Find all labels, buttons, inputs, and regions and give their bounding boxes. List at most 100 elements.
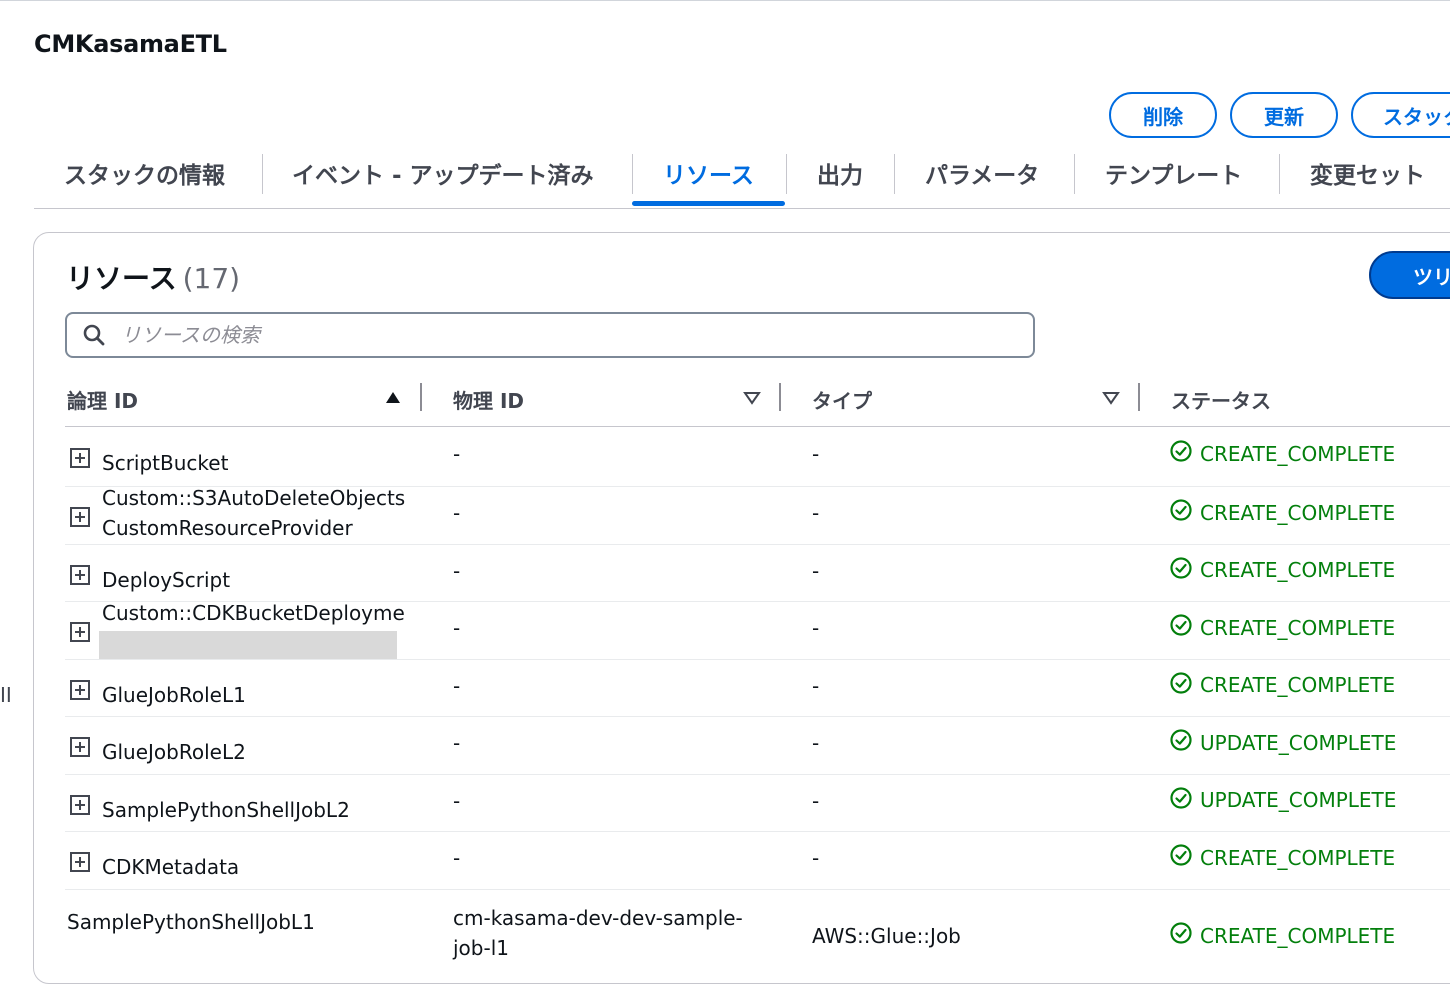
expand-row-icon[interactable]: [70, 679, 90, 700]
search-input[interactable]: [119, 322, 973, 348]
sort-icon[interactable]: [743, 390, 761, 406]
physical-id: cm-kasama-dev-dev-sample-: [453, 906, 743, 930]
logical-id: GlueJobRoleL1: [102, 682, 246, 707]
expand-row-icon[interactable]: [70, 794, 90, 815]
tab-divider: [786, 154, 787, 194]
physical-id: -: [453, 788, 461, 813]
top-divider: [0, 0, 1450, 1]
tab-divider: [262, 154, 263, 194]
tab-resources[interactable]: リソース: [663, 150, 754, 196]
logical-id: SamplePythonShellJobL1: [67, 910, 315, 934]
success-check-icon: [1170, 786, 1200, 814]
column-resizer[interactable]: [420, 383, 422, 411]
header-divider: [65, 426, 1450, 427]
tab-events[interactable]: イベント - アップデート済み: [292, 150, 594, 196]
resources-panel: リソース(17) ツリ 論理 ID 物理 ID タイプ ステータス Script…: [33, 232, 1450, 984]
resources-title: リソース: [66, 262, 177, 295]
stack-actions-button[interactable]: スタック: [1351, 92, 1450, 138]
status-text: CREATE_COMPLETE: [1200, 441, 1396, 466]
resize-handle[interactable]: II: [0, 683, 12, 707]
row-divider: [65, 659, 1450, 660]
logical-id: DeployScript: [102, 567, 231, 592]
physical-id: -: [453, 616, 461, 640]
logical-id-continued: CustomResourceProvider: [102, 516, 353, 540]
status-badge: CREATE_COMPLETE: [1170, 844, 1395, 871]
resources-heading: リソース (17): [66, 257, 240, 297]
sort-ascending-icon[interactable]: [384, 390, 402, 406]
resources-count: (17): [182, 262, 241, 295]
success-check-icon: [1170, 671, 1200, 699]
tab-parameters[interactable]: パラメータ: [925, 150, 1039, 196]
column-header-logical-id[interactable]: 論理 ID: [67, 383, 138, 415]
expand-row-icon[interactable]: [70, 852, 90, 872]
resource-type: -: [812, 846, 820, 870]
physical-id: -: [453, 673, 461, 698]
search-bar: [65, 312, 1035, 358]
tab-template[interactable]: テンプレート: [1105, 150, 1242, 196]
status-text: CREATE_COMPLETE: [1200, 923, 1396, 948]
status-text: UPDATE_COMPLETE: [1200, 730, 1397, 755]
status-badge: CREATE_COMPLETE: [1170, 499, 1395, 526]
resource-type: -: [812, 442, 820, 466]
column-resizer[interactable]: [1138, 383, 1140, 411]
resource-type: -: [812, 788, 820, 813]
status-text: CREATE_COMPLETE: [1200, 615, 1396, 640]
status-text: CREATE_COMPLETE: [1200, 558, 1396, 582]
search-icon: [83, 324, 105, 346]
logical-id: Custom::CDKBucketDeployme: [102, 601, 405, 625]
stack-actions: 削除 更新 スタック: [1109, 92, 1450, 138]
row-divider: [65, 544, 1450, 545]
expand-row-icon[interactable]: [70, 564, 90, 585]
row-divider: [65, 831, 1450, 832]
row-divider: [65, 889, 1450, 890]
status-text: CREATE_COMPLETE: [1200, 845, 1396, 870]
update-button[interactable]: 更新: [1230, 92, 1338, 138]
tree-view-button[interactable]: ツリ: [1369, 251, 1450, 299]
stack-tabs: スタックの情報 イベント - アップデート済み リソース 出力 パラメータ テン…: [34, 150, 1450, 209]
logical-id: CDKMetadata: [102, 855, 240, 879]
resource-type: -: [812, 673, 820, 698]
tab-change-sets[interactable]: 変更セット: [1310, 150, 1425, 196]
resource-type: AWS::Glue::Job: [812, 924, 961, 948]
redacted-text: [99, 631, 397, 660]
physical-id-continued: job-l1: [453, 936, 509, 960]
expand-row-icon[interactable]: [70, 448, 90, 468]
success-check-icon: [1170, 844, 1200, 871]
logical-id: GlueJobRoleL2: [102, 740, 246, 764]
physical-id: -: [453, 442, 461, 466]
success-check-icon: [1170, 729, 1200, 756]
tab-stack-info[interactable]: スタックの情報: [64, 150, 225, 196]
status-badge: CREATE_COMPLETE: [1170, 922, 1395, 949]
column-header-status: ステータス: [1171, 388, 1271, 413]
delete-button[interactable]: 削除: [1109, 92, 1217, 138]
status-text: CREATE_COMPLETE: [1200, 500, 1396, 525]
expand-row-icon[interactable]: [70, 507, 90, 527]
logical-id: Custom::S3AutoDeleteObjects: [102, 486, 406, 510]
success-check-icon: [1170, 556, 1200, 584]
resource-type: -: [812, 558, 820, 583]
status-badge: CREATE_COMPLETE: [1170, 556, 1396, 584]
resource-type: -: [812, 501, 820, 525]
column-header-physical-id[interactable]: 物理 ID: [453, 383, 524, 415]
column-header-type[interactable]: タイプ: [812, 383, 872, 415]
expand-row-icon[interactable]: [70, 622, 90, 642]
logical-id: SamplePythonShellJobL2: [102, 797, 350, 822]
success-check-icon: [1170, 440, 1200, 467]
active-tab-indicator: [632, 201, 785, 206]
sort-icon[interactable]: [1102, 390, 1120, 406]
page-title: CMKasamaETL: [34, 30, 227, 58]
column-resizer[interactable]: [779, 383, 781, 411]
row-divider: [65, 716, 1450, 717]
status-badge: UPDATE_COMPLETE: [1170, 729, 1396, 756]
status-badge: CREATE_COMPLETE: [1170, 671, 1395, 699]
status-badge: CREATE_COMPLETE: [1170, 440, 1395, 467]
tab-outputs[interactable]: 出力: [817, 150, 863, 196]
row-divider: [65, 774, 1450, 775]
logical-id: ScriptBucket: [102, 451, 229, 475]
status-badge: CREATE_COMPLETE: [1170, 614, 1395, 641]
resource-type: -: [812, 616, 820, 640]
expand-row-icon[interactable]: [70, 737, 90, 757]
physical-id: -: [453, 501, 461, 525]
tab-divider: [632, 154, 633, 194]
tab-divider: [1279, 154, 1280, 194]
